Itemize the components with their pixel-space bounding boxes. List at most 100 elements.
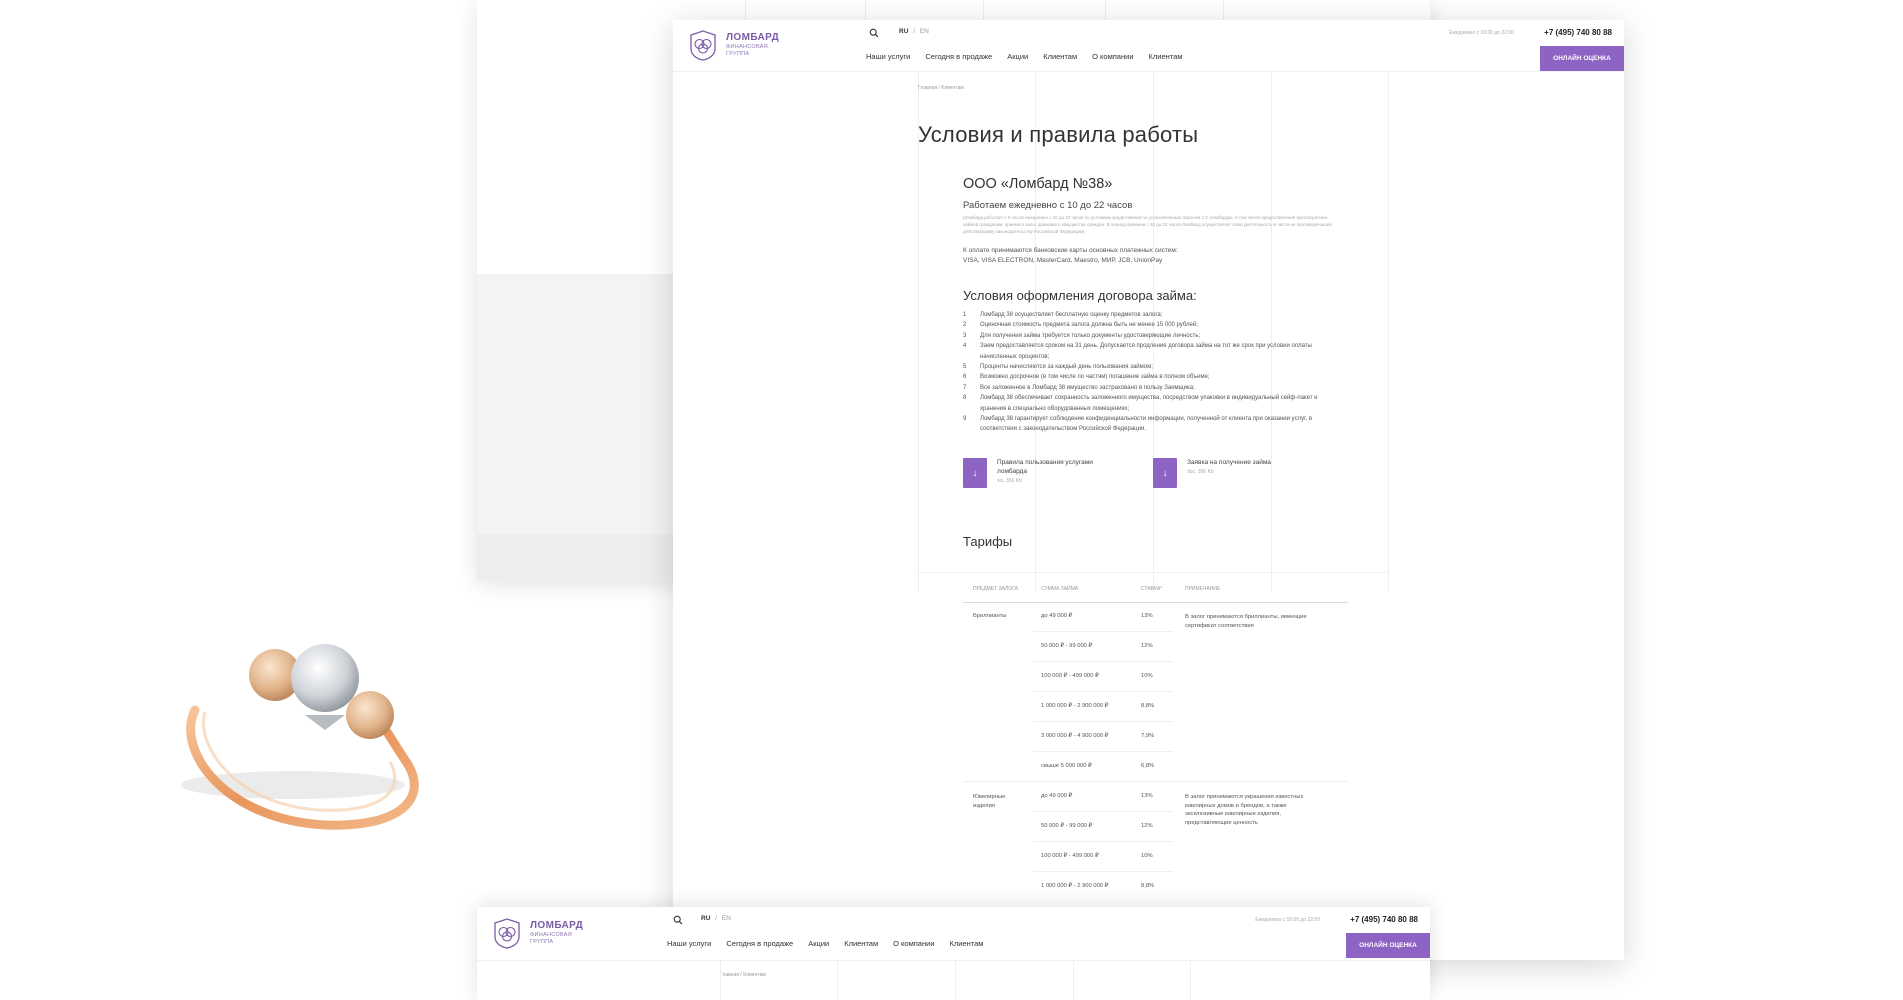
list-item-text: Проценты начисляются за каждый день поль… — [980, 364, 1153, 371]
table-header: СТАВКА* — [1141, 586, 1163, 592]
list-item-text: Ломбард 38 обеспечивает сохранность зало… — [980, 395, 1318, 412]
table-cell-sum: до 49 000 ₽ — [1041, 613, 1073, 619]
table-cell-sum: свыше 5 000 000 ₽ — [1041, 763, 1092, 769]
table-cell-sum: 1 000 000 ₽ - 2 900 000 ₽ — [1041, 703, 1109, 709]
list-item-number: 9 — [963, 416, 967, 423]
nav-item-services[interactable]: Наши услуги — [866, 52, 910, 61]
download-icon[interactable]: ↓ — [1153, 458, 1177, 488]
nav-item-clients-2[interactable]: Клиентам — [1149, 52, 1183, 61]
nav-item-about[interactable]: О компании — [893, 939, 934, 948]
list-item-number: 3 — [963, 332, 967, 339]
list-item: 1 Ломбард 38 осуществляет бесплатную оцен… — [963, 310, 1343, 320]
grid-line — [1388, 72, 1389, 592]
list-item-text: Оценочная стоимость предмета залога долж… — [980, 322, 1198, 329]
download-icon[interactable]: ↓ — [963, 458, 987, 488]
nav-item-promos[interactable]: Акции — [1007, 52, 1028, 61]
breadcrumb[interactable]: Главная / Клиентам — [720, 972, 766, 978]
table-cell-rate: 6,8% — [1141, 763, 1155, 769]
list-item-number: 7 — [963, 384, 967, 391]
grid-line — [1105, 0, 1106, 20]
search-icon[interactable] — [673, 915, 683, 925]
lang-ru[interactable]: RU — [899, 28, 908, 35]
lang-en[interactable]: EN — [920, 28, 929, 35]
list-item-text: Ломбард 38 осуществляет бесплатную оценк… — [980, 312, 1163, 318]
working-hours: Ежедневно с 10:00 до 22:00 — [1449, 30, 1514, 36]
table-cell-rate: 13% — [1141, 793, 1153, 799]
page-title: Условия и правила работы — [918, 122, 1199, 147]
logo-emblem-icon — [494, 918, 520, 949]
list-item: 7 Все заложенное в Ломбард 38 имущество з… — [963, 383, 1343, 393]
table-header: СУММА ЗАЙМА — [1041, 586, 1079, 592]
lang-ru[interactable]: RU — [701, 915, 710, 922]
document-download-application[interactable]: ↓ Заявка на получение займа doc, 356 Kb — [1153, 458, 1297, 488]
table-header: ПРИМЕЧАНИЕ — [1185, 586, 1221, 592]
table-header-rule — [963, 602, 1348, 603]
grid-line — [865, 0, 866, 20]
nav-item-on-sale[interactable]: Сегодня в продаже — [925, 52, 992, 61]
logo-title: ЛОМБАРД — [530, 920, 584, 931]
company-hours: Работаем ежедневно с 10 до 22 часов — [963, 200, 1133, 211]
phone-number[interactable]: +7 (495) 740 80 88 — [1544, 28, 1612, 37]
document-meta: xls, 356 Kb — [997, 478, 1022, 484]
table-cell-note: В залог принимаются бриллианты, имеющие … — [1185, 614, 1307, 629]
document-name[interactable]: Правила пользования услугами ломбарда — [997, 458, 1107, 476]
company-fine-print: (Ломбард работает с 9 часов ежедневно с … — [963, 215, 1332, 234]
table-cell-sum: 3 000 000 ₽ - 4 900 000 ₽ — [1041, 733, 1109, 739]
lang-separator: / — [715, 915, 718, 922]
online-appraisal-button[interactable]: ОНЛАЙН ОЦЕНКА — [1540, 46, 1624, 71]
table-header: ПРЕДМЕТ ЗАЛОГА — [973, 586, 1018, 592]
document-download-rules[interactable]: ↓ Правила пользования услугами ломбарда … — [963, 458, 1107, 488]
logo-subtitle: ФИНАНСОВАЯ — [530, 932, 573, 938]
list-item-text: Ломбард 38 гарантирует соблюдение конфид… — [980, 416, 1313, 433]
grid-line — [720, 961, 721, 1000]
site-header-2: ЛОМБАРД ФИНАНСОВАЯ ГРУППА RU / EN Наши у… — [477, 907, 1430, 961]
logo-subtitle-2: ГРУППА — [530, 938, 554, 945]
list-item-text: Все заложенное в Ломбард 38 имущество за… — [980, 384, 1195, 391]
loan-terms-list: 1 Ломбард 38 осуществляет бесплатную оцен… — [963, 310, 1343, 435]
table-cell-rate: 13% — [1141, 613, 1153, 619]
grid-line — [1223, 0, 1224, 20]
table-cell-sum: 100 000 ₽ - 499 000 ₽ — [1041, 853, 1099, 859]
list-item-number: 6 — [963, 374, 967, 381]
document-name[interactable]: Заявка на получение займа — [1187, 458, 1297, 467]
nav-item-clients-2[interactable]: Клиентам — [950, 939, 984, 948]
logo-subtitle: ФИНАНСОВАЯ — [726, 44, 769, 50]
logo-emblem-icon — [690, 30, 716, 61]
list-item-number: 8 — [963, 395, 967, 402]
nav-item-on-sale[interactable]: Сегодня в продаже — [726, 939, 793, 948]
list-item-number: 2 — [963, 322, 967, 329]
grid-line — [955, 961, 956, 1000]
main-page-mockup: ЛОМБАРД ФИНАНСОВАЯ ГРУППА RU / EN Наши у… — [673, 20, 1624, 960]
table-row-line — [1033, 661, 1173, 662]
site-logo[interactable]: ЛОМБАРД ФИНАНСОВАЯ ГРУППА — [491, 917, 583, 949]
list-item: 2 Оценочная стоимость предмета залога дол… — [963, 320, 1343, 330]
lang-separator: / — [913, 28, 916, 35]
presentation-canvas: ЛОМБАРД ФИНАНСОВАЯ ГРУППА RU / EN Наши у… — [0, 0, 1903, 1000]
search-icon[interactable] — [869, 28, 879, 38]
phone-number[interactable]: +7 (495) 740 80 88 — [1350, 915, 1418, 924]
nav-item-promos[interactable]: Акции — [808, 939, 829, 948]
section-divider — [918, 572, 1388, 573]
nav-item-services[interactable]: Наши услуги — [667, 939, 711, 948]
list-item: 5 Проценты начисляются за каждый день пол… — [963, 362, 1343, 372]
grid-line — [745, 0, 746, 20]
list-item: 3 Для получения займа требуется только до… — [963, 331, 1343, 341]
nav-item-clients[interactable]: Клиентам — [844, 939, 878, 948]
table-cell-sum: до 49 000 ₽ — [1041, 793, 1073, 799]
table-cell-rate: 10% — [1141, 853, 1153, 859]
table-cell-rate: 10% — [1141, 673, 1153, 679]
list-item-text: Заем предоставляется сроком на 31 день. … — [980, 343, 1312, 360]
table-cell-sum: 50 000 ₽ - 99 000 ₽ — [1041, 823, 1093, 829]
online-appraisal-button[interactable]: ОНЛАЙН ОЦЕНКА — [1346, 933, 1430, 958]
table-cell-item: Бриллианты — [973, 613, 1007, 619]
site-logo[interactable]: ЛОМБАРД ФИНАНСОВАЯ ГРУППА — [687, 29, 779, 61]
ring-image — [181, 644, 419, 830]
nav-item-clients[interactable]: Клиентам — [1043, 52, 1077, 61]
list-item-text: Для получения займа требуется только док… — [980, 332, 1201, 339]
breadcrumb[interactable]: Главная / Клиентам — [918, 85, 964, 91]
nav-item-about[interactable]: О компании — [1092, 52, 1133, 61]
list-item: 8 Ломбард 38 обеспечивает сохранность зал… — [963, 393, 1343, 414]
list-item: 6 Возможно досрочное (в том числе по част… — [963, 372, 1343, 382]
lang-en[interactable]: EN — [722, 915, 731, 922]
grid-line — [918, 72, 919, 592]
